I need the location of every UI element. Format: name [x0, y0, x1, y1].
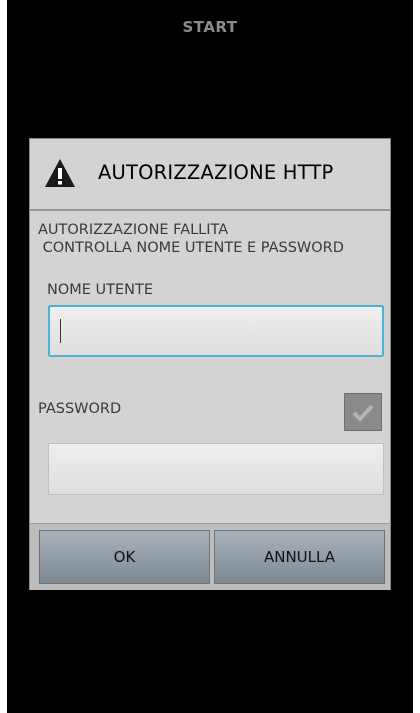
http-auth-dialog: AUTORIZZAZIONE HTTP AUTORIZZAZIONE FALLI…	[29, 138, 391, 590]
cancel-button[interactable]: ANNULLA	[214, 530, 385, 584]
warning-icon	[44, 157, 76, 189]
page-title: START	[182, 18, 238, 36]
dialog-title: AUTORIZZAZIONE HTTP	[98, 161, 334, 184]
error-message-line-1: AUTORIZZAZIONE FALLITA	[38, 222, 229, 238]
error-message-line-2: CONTROLLA NOME UTENTE E PASSWORD	[38, 240, 344, 256]
username-label: NOME UTENTE	[47, 282, 154, 298]
password-input[interactable]	[48, 443, 384, 495]
title-divider	[30, 209, 390, 211]
ok-button[interactable]: OK	[39, 530, 210, 584]
app-screen: START AUTORIZZAZIONE HTTP AUTORIZZAZIONE…	[7, 0, 413, 713]
dialog-button-bar: OK ANNULLA	[30, 523, 390, 590]
error-message: AUTORIZZAZIONE FALLITA CONTROLLA NOME UT…	[38, 221, 388, 257]
dialog-title-bar: AUTORIZZAZIONE HTTP	[30, 139, 390, 209]
text-cursor	[60, 319, 61, 343]
checkmark-icon	[352, 404, 374, 422]
password-label: PASSWORD	[38, 401, 122, 417]
username-input[interactable]	[48, 305, 384, 357]
show-password-checkbox[interactable]	[344, 393, 382, 431]
